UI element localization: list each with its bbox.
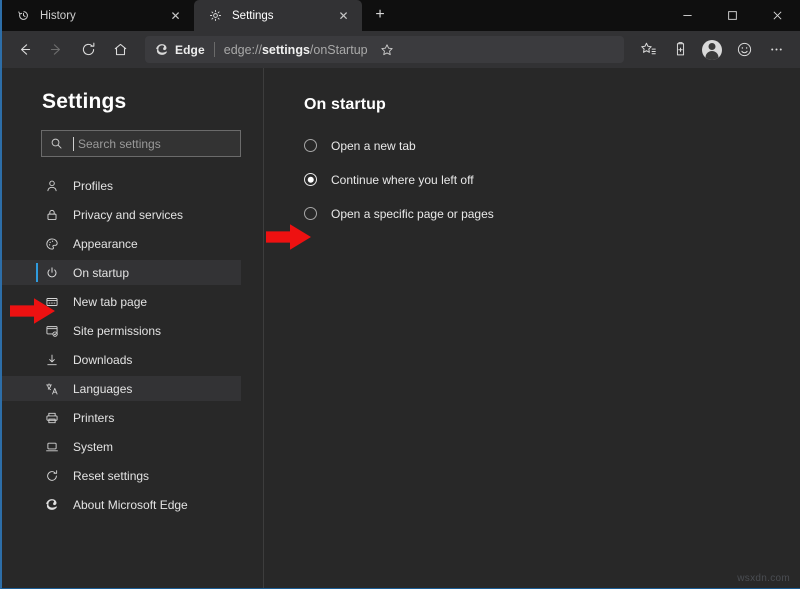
refresh-button[interactable] [72,35,104,65]
back-button[interactable] [8,35,40,65]
url-prefix: edge:// [224,43,262,57]
url-text: edge://settings/onStartup [224,43,368,57]
sidebar-item-label: New tab page [73,295,147,309]
sidebar-item-system[interactable]: System [2,434,241,459]
address-bar[interactable]: Edge edge://settings/onStartup [145,36,624,63]
tab-title: History [40,10,158,22]
omnibox-divider [214,42,215,57]
option-open-a-new-tab[interactable]: Open a new tab [304,136,800,155]
edge-badge-label: Edge [175,43,205,57]
forward-button[interactable] [40,35,72,65]
sidebar-item-label: Appearance [73,237,138,251]
avatar [702,40,722,60]
sidebar-item-site-permissions[interactable]: Site permissions [2,318,241,343]
sidebar-item-reset-settings[interactable]: Reset settings [2,463,241,488]
window-controls [665,0,800,31]
edge-logo-icon [43,497,60,512]
gear-icon [208,8,223,23]
sidebar-item-label: System [73,440,113,454]
profile-button[interactable] [696,35,728,65]
maximize-button[interactable] [710,0,755,31]
sidebar-item-new-tab-page[interactable]: New tab page [2,289,241,314]
history-icon [16,8,31,23]
sidebar-item-label: Languages [73,382,132,396]
person-icon [43,179,60,193]
tab-strip: History ✕ Settings ✕ + [2,0,800,31]
palette-icon [43,237,60,251]
minimize-button[interactable] [665,0,710,31]
edge-site-badge: Edge [154,42,205,57]
browser-toolbar: Edge edge://settings/onStartup [2,31,800,68]
option-label: Continue where you left off [331,173,474,187]
laptop-icon [43,440,60,454]
radio-button[interactable] [304,139,317,152]
sidebar-item-privacy-and-services[interactable]: Privacy and services [2,202,241,227]
search-placeholder: Search settings [78,137,161,151]
sidebar-item-label: Privacy and services [73,208,183,222]
sidebar-item-printers[interactable]: Printers [2,405,241,430]
browser-window: History ✕ Settings ✕ + [0,0,800,589]
settings-sidebar: Settings Search settings [2,68,264,589]
search-container: Search settings [2,130,263,157]
content-heading: On startup [304,96,800,114]
sidebar-item-about-microsoft-edge[interactable]: About Microsoft Edge [2,492,241,517]
power-icon [43,266,60,280]
tab-settings[interactable]: Settings ✕ [194,0,362,31]
more-options-button[interactable] [760,35,792,65]
url-bold-segment: settings [262,43,310,57]
page-title: Settings [2,90,263,114]
lock-icon [43,208,60,222]
settings-page: Settings Search settings [2,68,800,589]
tab-title: Settings [232,10,326,22]
sidebar-item-downloads[interactable]: Downloads [2,347,241,372]
search-icon [50,137,64,150]
option-label: Open a new tab [331,139,416,153]
download-icon [43,353,60,367]
favorite-star-icon[interactable] [375,39,399,61]
settings-nav-list: Profiles Privacy and services [2,173,263,517]
sidebar-item-label: Profiles [73,179,113,193]
close-button[interactable] [755,0,800,31]
languages-icon [43,382,60,396]
collections-button[interactable] [632,35,664,65]
sidebar-item-appearance[interactable]: Appearance [2,231,241,256]
tab-strip-drag-area [393,0,665,31]
sidebar-item-label: On startup [73,266,129,280]
sidebar-item-label: Downloads [73,353,132,367]
option-open-a-specific-page-or-pages[interactable]: Open a specific page or pages [304,204,800,223]
new-tab-button[interactable]: + [367,2,393,28]
reset-icon [43,469,60,483]
watermark: wsxdn.com [737,573,790,584]
sidebar-item-profiles[interactable]: Profiles [2,173,241,198]
sidebar-item-label: About Microsoft Edge [73,498,188,512]
sidebar-item-languages[interactable]: Languages [2,376,241,401]
printer-icon [43,411,60,425]
newtab-icon [43,295,60,309]
tab-close-button[interactable]: ✕ [167,7,184,24]
startup-options-group: Open a new tab Continue where you left o… [304,136,800,223]
tab-history[interactable]: History ✕ [2,0,194,31]
tab-close-button[interactable]: ✕ [335,7,352,24]
home-button[interactable] [104,35,136,65]
edge-logo-icon [154,42,169,57]
feedback-button[interactable] [728,35,760,65]
text-caret [73,137,74,151]
option-label: Open a specific page or pages [331,207,494,221]
radio-button-selected[interactable] [304,173,317,186]
add-to-collections-button[interactable] [664,35,696,65]
url-suffix: /onStartup [310,43,368,57]
permissions-icon [43,324,60,338]
search-input[interactable]: Search settings [41,130,241,157]
settings-content: On startup Open a new tab Continue where… [264,68,800,589]
sidebar-item-on-startup[interactable]: On startup [2,260,241,285]
sidebar-item-label: Reset settings [73,469,149,483]
sidebar-item-label: Printers [73,411,114,425]
option-continue-where-you-left-off[interactable]: Continue where you left off [304,170,800,189]
radio-button[interactable] [304,207,317,220]
sidebar-item-label: Site permissions [73,324,161,338]
